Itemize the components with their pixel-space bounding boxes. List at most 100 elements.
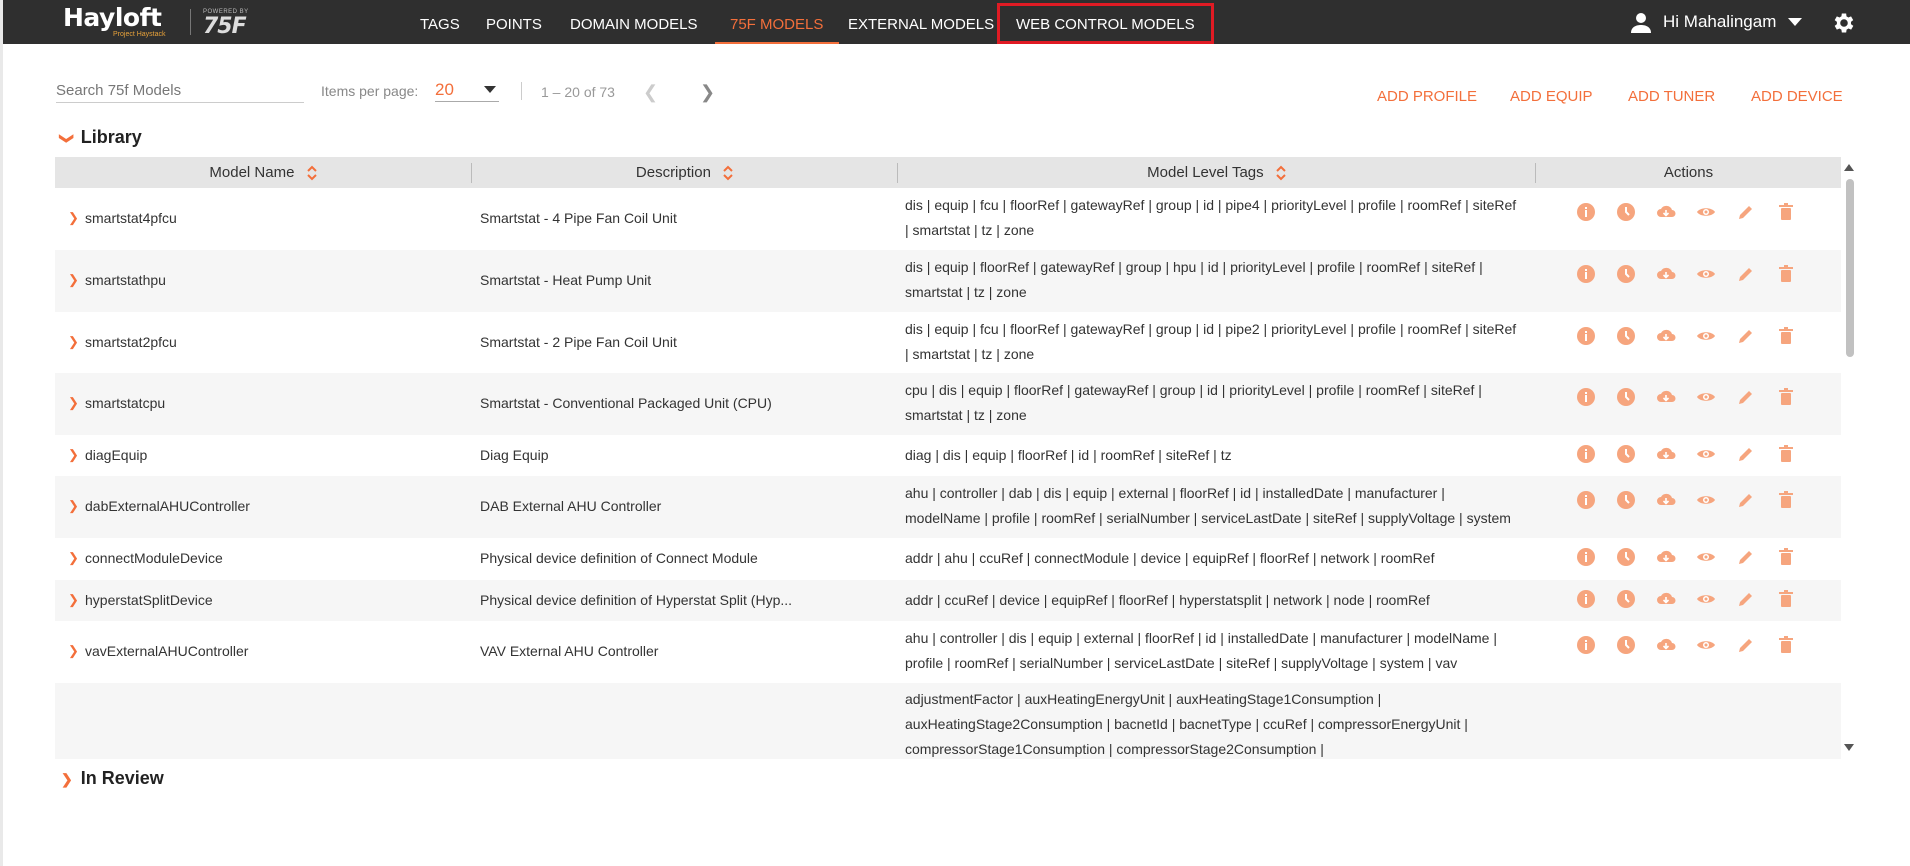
add-equip-button[interactable]: ADD EQUIP bbox=[1510, 88, 1593, 105]
scrollbar-thumb[interactable] bbox=[1846, 179, 1854, 357]
scroll-up-icon[interactable] bbox=[1844, 164, 1854, 171]
info-icon[interactable] bbox=[1574, 262, 1598, 286]
table-row[interactable]: ❯ connectModuleDevice Physical device defi… bbox=[55, 538, 1841, 580]
trash-icon[interactable] bbox=[1774, 633, 1798, 657]
in-review-section-toggle[interactable]: ❯ In Review bbox=[61, 768, 164, 789]
eye-icon[interactable] bbox=[1694, 633, 1718, 657]
add-profile-button[interactable]: ADD PROFILE bbox=[1377, 88, 1477, 105]
pencil-icon[interactable] bbox=[1734, 385, 1758, 409]
scroll-down-icon[interactable] bbox=[1844, 744, 1854, 751]
trash-icon[interactable] bbox=[1774, 587, 1798, 611]
expand-row-icon[interactable]: ❯ bbox=[68, 395, 79, 411]
cloud-download-icon[interactable] bbox=[1654, 488, 1678, 512]
cloud-download-icon[interactable] bbox=[1654, 442, 1678, 466]
eye-icon[interactable] bbox=[1694, 200, 1718, 224]
cloud-download-icon[interactable] bbox=[1654, 200, 1678, 224]
pencil-icon[interactable] bbox=[1734, 633, 1758, 657]
table-row[interactable]: ❯ vavExternalAHUController VAV External AH… bbox=[55, 621, 1841, 683]
history-icon[interactable] bbox=[1614, 262, 1638, 286]
nav-75f-models[interactable]: 75F MODELS bbox=[715, 0, 840, 44]
pencil-icon[interactable] bbox=[1734, 442, 1758, 466]
info-icon[interactable] bbox=[1574, 545, 1598, 569]
cloud-download-icon[interactable] bbox=[1654, 545, 1678, 569]
header-model-name[interactable]: Model Name bbox=[55, 157, 471, 188]
table-row[interactable]: ❯ smartstatcpu Smartstat - Conventional Pa… bbox=[55, 373, 1841, 435]
eye-icon[interactable] bbox=[1694, 488, 1718, 512]
nav-web-control-models[interactable]: WEB CONTROL MODELS bbox=[997, 3, 1214, 44]
pencil-icon[interactable] bbox=[1734, 488, 1758, 512]
expand-row-icon[interactable]: ❯ bbox=[68, 334, 79, 350]
model-name-cell[interactable]: smartstathpu bbox=[85, 272, 166, 288]
history-icon[interactable] bbox=[1614, 324, 1638, 348]
model-name-cell[interactable]: hyperstatSplitDevice bbox=[85, 592, 213, 608]
table-row[interactable]: ❯ smartstat4pfcu Smartstat - 4 Pipe Fan Co… bbox=[55, 188, 1841, 250]
header-model-level-tags[interactable]: Model Level Tags bbox=[898, 157, 1535, 188]
model-name-cell[interactable]: diagEquip bbox=[85, 447, 147, 463]
eye-icon[interactable] bbox=[1694, 587, 1718, 611]
model-name-cell[interactable]: vavExternalAHUController bbox=[85, 643, 248, 659]
pencil-icon[interactable] bbox=[1734, 262, 1758, 286]
nav-points[interactable]: POINTS bbox=[486, 0, 542, 44]
eye-icon[interactable] bbox=[1694, 324, 1718, 348]
history-icon[interactable] bbox=[1614, 385, 1638, 409]
model-name-cell[interactable]: dabExternalAHUController bbox=[85, 498, 250, 514]
eye-icon[interactable] bbox=[1694, 442, 1718, 466]
table-row[interactable]: ❯ dabExternalAHUController DAB External AH… bbox=[55, 476, 1841, 538]
info-icon[interactable] bbox=[1574, 633, 1598, 657]
trash-icon[interactable] bbox=[1774, 385, 1798, 409]
history-icon[interactable] bbox=[1614, 442, 1638, 466]
library-section-toggle[interactable]: ❯ Library bbox=[59, 127, 141, 148]
expand-row-icon[interactable]: ❯ bbox=[68, 498, 79, 514]
cloud-download-icon[interactable] bbox=[1654, 633, 1678, 657]
model-name-cell[interactable]: smartstatcpu bbox=[85, 395, 165, 411]
info-icon[interactable] bbox=[1574, 488, 1598, 512]
info-icon[interactable] bbox=[1574, 200, 1598, 224]
nav-external-models[interactable]: EXTERNAL MODELS bbox=[848, 0, 994, 44]
info-icon[interactable] bbox=[1574, 324, 1598, 348]
pencil-icon[interactable] bbox=[1734, 324, 1758, 348]
expand-row-icon[interactable]: ❯ bbox=[68, 643, 79, 659]
table-row[interactable]: adjustmentFactor | auxHeatingEnergyUnit … bbox=[55, 683, 1841, 759]
trash-icon[interactable] bbox=[1774, 545, 1798, 569]
add-device-button[interactable]: ADD DEVICE bbox=[1751, 88, 1843, 105]
eye-icon[interactable] bbox=[1694, 545, 1718, 569]
add-tuner-button[interactable]: ADD TUNER bbox=[1628, 88, 1715, 105]
eye-icon[interactable] bbox=[1694, 262, 1718, 286]
table-row[interactable]: ❯ hyperstatSplitDevice Physical device def… bbox=[55, 580, 1841, 621]
trash-icon[interactable] bbox=[1774, 324, 1798, 348]
eye-icon[interactable] bbox=[1694, 385, 1718, 409]
table-row[interactable]: ❯ diagEquip Diag Equip diag | dis | equip … bbox=[55, 435, 1841, 476]
cloud-download-icon[interactable] bbox=[1654, 385, 1678, 409]
history-icon[interactable] bbox=[1614, 633, 1638, 657]
history-icon[interactable] bbox=[1614, 587, 1638, 611]
items-per-page-select[interactable]: 20 bbox=[435, 80, 499, 102]
search-input[interactable] bbox=[56, 79, 304, 103]
model-name-cell[interactable]: smartstat2pfcu bbox=[85, 334, 177, 350]
previous-page-icon[interactable]: ❮ bbox=[643, 82, 658, 103]
info-icon[interactable] bbox=[1574, 442, 1598, 466]
trash-icon[interactable] bbox=[1774, 200, 1798, 224]
cloud-download-icon[interactable] bbox=[1654, 324, 1678, 348]
model-name-cell[interactable]: connectModuleDevice bbox=[85, 550, 223, 566]
table-row[interactable]: ❯ smartstathpu Smartstat - Heat Pump Unit … bbox=[55, 250, 1841, 312]
history-icon[interactable] bbox=[1614, 488, 1638, 512]
next-page-icon[interactable]: ❯ bbox=[700, 82, 715, 103]
pencil-icon[interactable] bbox=[1734, 587, 1758, 611]
cloud-download-icon[interactable] bbox=[1654, 262, 1678, 286]
hayloft-logo[interactable]: Hayloft Project Haystack bbox=[63, 4, 166, 39]
expand-row-icon[interactable]: ❯ bbox=[68, 210, 79, 226]
info-icon[interactable] bbox=[1574, 385, 1598, 409]
expand-row-icon[interactable]: ❯ bbox=[68, 272, 79, 288]
nav-domain-models[interactable]: DOMAIN MODELS bbox=[570, 0, 698, 44]
expand-row-icon[interactable]: ❯ bbox=[68, 592, 79, 608]
expand-row-icon[interactable]: ❯ bbox=[68, 550, 79, 566]
history-icon[interactable] bbox=[1614, 200, 1638, 224]
header-description[interactable]: Description bbox=[472, 157, 897, 188]
table-row[interactable]: ❯ smartstat2pfcu Smartstat - 2 Pipe Fan Co… bbox=[55, 312, 1841, 373]
pencil-icon[interactable] bbox=[1734, 200, 1758, 224]
user-menu[interactable]: Hi Mahalingam bbox=[1629, 0, 1812, 44]
trash-icon[interactable] bbox=[1774, 442, 1798, 466]
trash-icon[interactable] bbox=[1774, 488, 1798, 512]
nav-tags[interactable]: TAGS bbox=[420, 0, 460, 44]
gear-icon[interactable] bbox=[1831, 10, 1857, 36]
